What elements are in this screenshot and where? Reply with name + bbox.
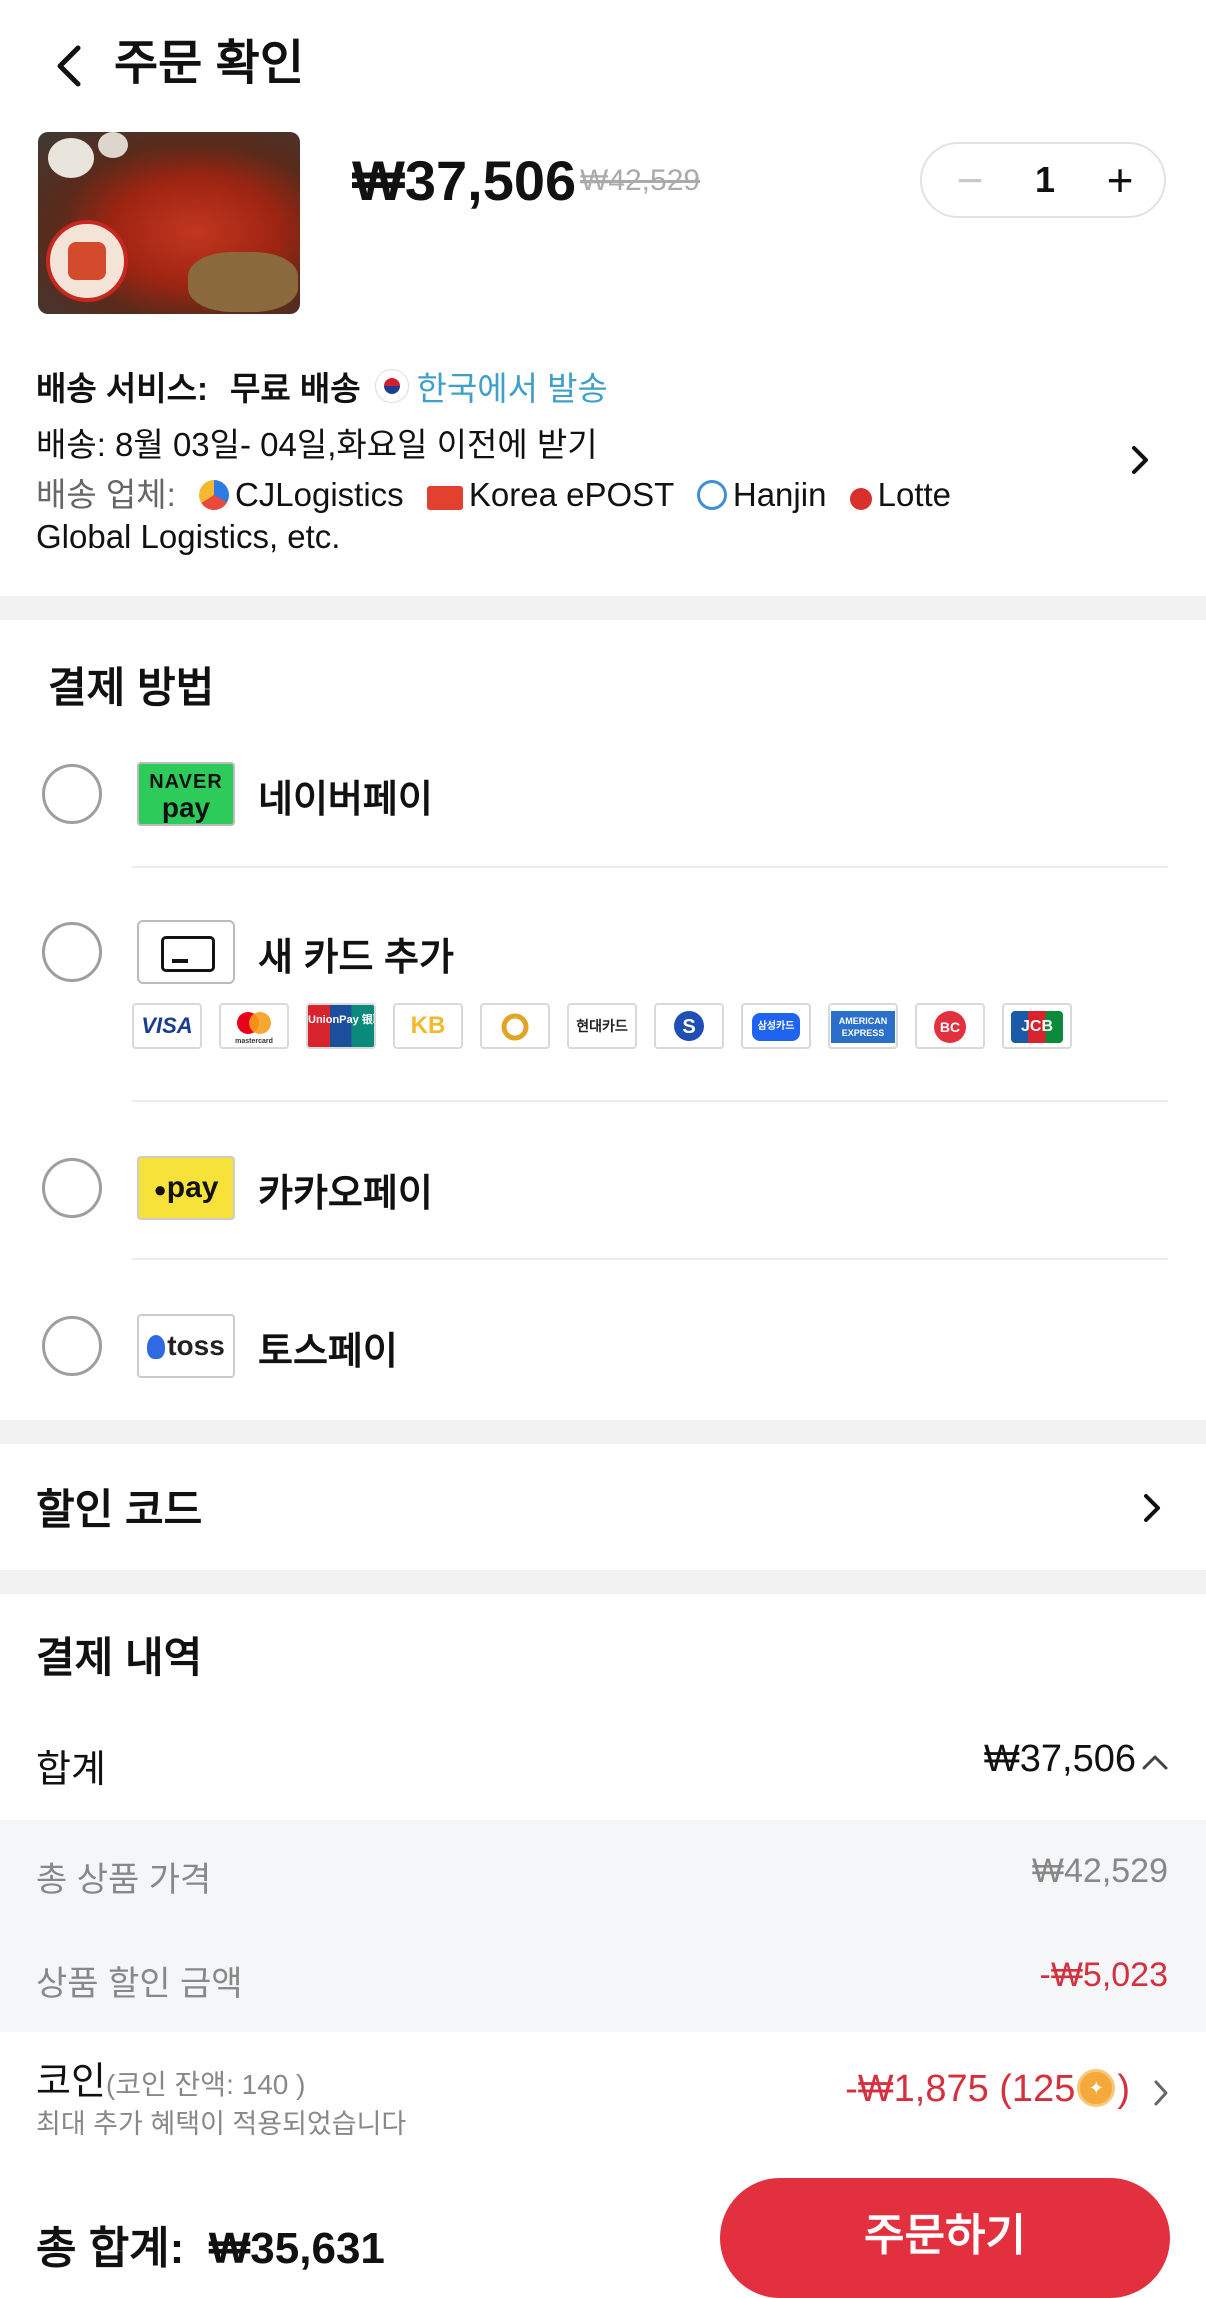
divider bbox=[132, 866, 1168, 868]
coin-discount-value[interactable]: -₩1,875 (125) bbox=[845, 2068, 1130, 2111]
chevron-up-icon[interactable] bbox=[1140, 1752, 1170, 1772]
section-divider bbox=[0, 1420, 1206, 1444]
shipping-service-label: 배송 서비스: bbox=[36, 370, 208, 407]
tosspay-radio[interactable] bbox=[42, 1316, 102, 1376]
naverpay-radio[interactable] bbox=[42, 764, 102, 824]
delivery-date: 배송: 8월 03일- 04일,화요일 이전에 받기 bbox=[36, 426, 598, 463]
amex-logo: AMERICAN EXPRESS bbox=[828, 1003, 898, 1049]
jcb-logo: JCB bbox=[1002, 1003, 1072, 1049]
coin-row-label: 코인(코인 잔액: 140 ) bbox=[36, 2061, 306, 2103]
original-price: ₩42,529 bbox=[580, 164, 701, 197]
korea-post-logo-icon bbox=[426, 486, 463, 510]
carrier-name: Lotte bbox=[877, 476, 952, 513]
carrier-name: CJLogistics bbox=[234, 476, 404, 513]
product-price: ₩37,506 bbox=[352, 149, 577, 212]
bc-card-logo: BC bbox=[915, 1003, 985, 1049]
payment-summary-title: 결제 내역 bbox=[36, 1634, 203, 1681]
kb-card-logo: KB bbox=[393, 1003, 463, 1049]
kakaopay-label[interactable]: 카카오페이 bbox=[258, 1162, 433, 1217]
section-divider bbox=[0, 596, 1206, 620]
hanjin-logo-icon bbox=[696, 480, 727, 510]
product-image bbox=[38, 132, 300, 314]
visa-logo: VISA bbox=[132, 1003, 202, 1049]
carrier-name: Hanjin bbox=[732, 476, 827, 513]
lotte-logo-icon bbox=[849, 488, 872, 510]
payment-section-title: 결제 방법 bbox=[48, 664, 215, 711]
toss-drop-icon bbox=[147, 1335, 166, 1359]
divider bbox=[132, 1258, 1168, 1260]
items-total-value: ₩42,529 bbox=[1031, 1852, 1168, 1890]
items-total-label: 총 상품 가격 bbox=[36, 1861, 212, 1899]
subtotal-label: 합계 bbox=[36, 1749, 106, 1791]
korea-flag-icon bbox=[374, 369, 409, 403]
chevron-right-icon[interactable] bbox=[1140, 1490, 1164, 1526]
credit-card-icon bbox=[137, 920, 235, 984]
page-title: 주문 확인 bbox=[114, 37, 304, 90]
carriers-tail: Global Logistics, etc. bbox=[36, 518, 341, 555]
tosspay-logo: toss bbox=[137, 1314, 235, 1378]
place-order-button[interactable]: 주문하기 bbox=[720, 2178, 1170, 2298]
naverpay-label[interactable]: 네이버페이 bbox=[258, 768, 433, 823]
coin-balance: (코인 잔액: 140 ) bbox=[105, 2069, 306, 2100]
shipping-service-row: 배송 서비스: 무료 배송 한국에서 발송 bbox=[36, 362, 608, 410]
new-card-label[interactable]: 새 카드 추가 bbox=[258, 926, 454, 981]
svg-text:mastercard: mastercard bbox=[235, 1038, 273, 1045]
product-discount-label: 상품 할인 금액 bbox=[36, 1965, 243, 2003]
cjlogistics-logo-icon bbox=[198, 480, 229, 510]
chevron-right-icon[interactable] bbox=[1152, 2078, 1170, 2108]
quantity-value: 1 bbox=[1034, 159, 1056, 200]
kakaopay-radio[interactable] bbox=[42, 1158, 102, 1218]
kakaopay-logo: ●pay bbox=[137, 1156, 235, 1220]
tosspay-label[interactable]: 토스페이 bbox=[258, 1320, 398, 1375]
grand-total-value: ₩35,631 bbox=[208, 2224, 385, 2273]
hyundai-card-logo: 현대카드 bbox=[567, 1003, 637, 1049]
chevron-right-icon[interactable] bbox=[1128, 442, 1152, 478]
product-package-thumbnail bbox=[46, 220, 128, 302]
mastercard-logo: mastercard bbox=[219, 1003, 289, 1049]
unionpay-logo: UnionPay 银联 bbox=[306, 1003, 376, 1049]
coin-note: 최대 추가 혜택이 적용되었습니다 bbox=[36, 2109, 407, 2139]
samsung-card-logo: 삼성카드 bbox=[741, 1003, 811, 1049]
naverpay-logo: NAVER pay bbox=[137, 762, 235, 826]
svg-text:신한: 신한 bbox=[656, 1005, 658, 1006]
product-discount-value: -₩5,023 bbox=[1039, 1956, 1169, 1994]
new-card-radio[interactable] bbox=[42, 922, 102, 982]
decrease-quantity-button[interactable]: − bbox=[942, 152, 998, 208]
grand-total: 총 합계: ₩35,631 bbox=[36, 2224, 385, 2273]
coin-icon bbox=[1077, 2069, 1116, 2107]
carriers-row: 배송 업체: CJLogistics Korea ePOST Hanjin Lo… bbox=[36, 474, 1096, 558]
nh-card-logo: NH bbox=[480, 1003, 550, 1049]
section-divider bbox=[0, 1570, 1206, 1594]
shipping-service-value: 무료 배송 bbox=[229, 370, 361, 407]
ship-origin-text: 한국에서 발송 bbox=[416, 370, 608, 407]
subtotal-value: ₩37,506 bbox=[983, 1738, 1136, 1780]
svg-text:S: S bbox=[682, 1016, 695, 1038]
carriers-label: 배송 업체: bbox=[36, 476, 176, 513]
chevron-left-icon[interactable] bbox=[50, 42, 86, 90]
divider bbox=[132, 1100, 1168, 1102]
carrier-name: Korea ePOST bbox=[468, 476, 674, 513]
discount-code-row[interactable]: 할인 코드 bbox=[36, 1476, 202, 1537]
increase-quantity-button[interactable]: + bbox=[1092, 152, 1148, 208]
quantity-stepper: − 1 + bbox=[920, 142, 1166, 218]
shinhan-card-logo: S 신한 bbox=[654, 1003, 724, 1049]
